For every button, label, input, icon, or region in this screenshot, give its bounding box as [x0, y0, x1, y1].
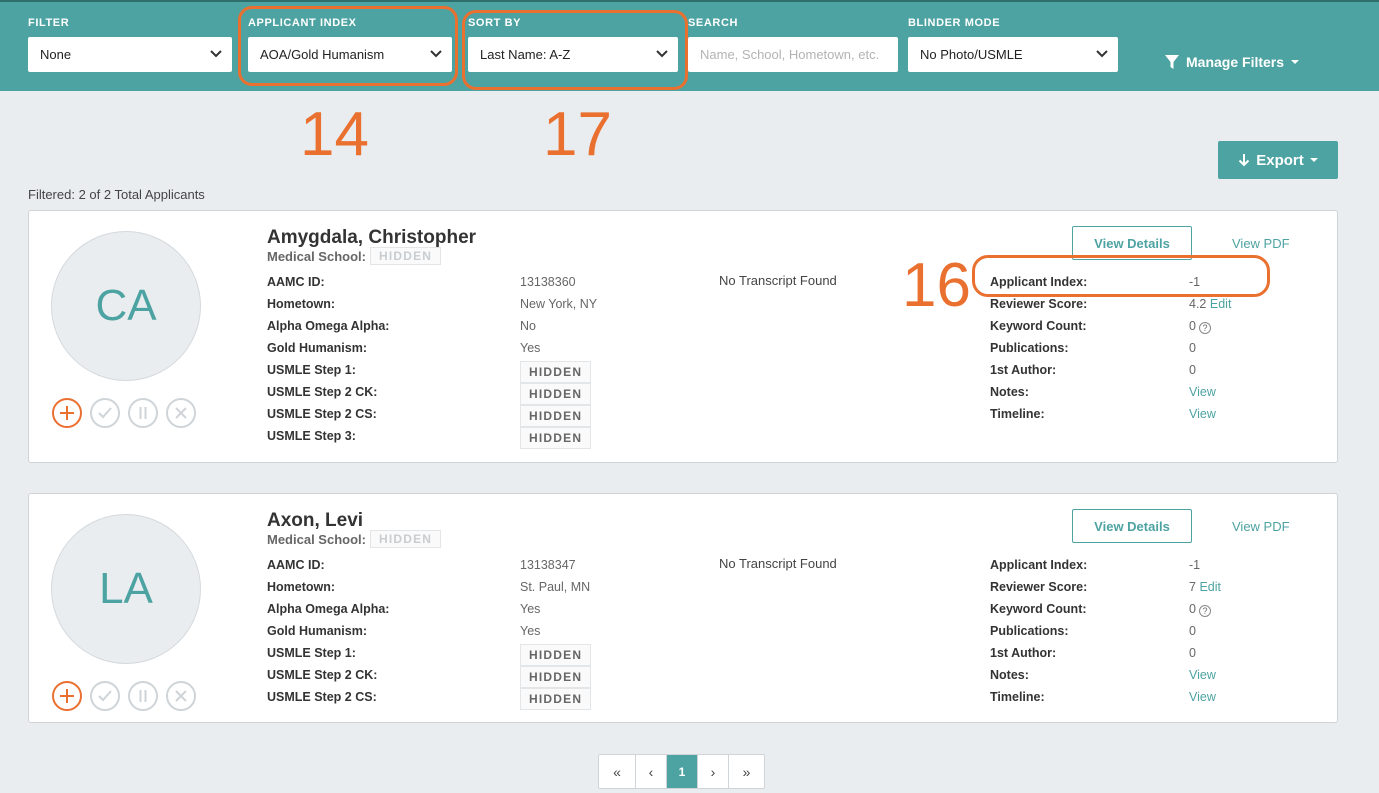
funnel-icon [1165, 55, 1179, 69]
medical-school-label: Medical School: [267, 531, 366, 547]
blinder-mode-label: BLINDER MODE [908, 17, 1001, 29]
first-author-label: 1st Author: [990, 646, 1057, 660]
edit-score-link[interactable]: Edit [1210, 297, 1232, 311]
manage-filters-button[interactable]: Manage Filters [1164, 54, 1300, 70]
search-input[interactable]: Name, School, Hometown, etc. [688, 37, 898, 72]
filter-value: None [40, 47, 72, 62]
publications-value: 0 [1189, 341, 1196, 355]
notes-label: Notes: [990, 385, 1029, 399]
applicant-count: Filtered: 2 of 2 Total Applicants [28, 187, 205, 202]
applicant-index-value: -1 [1189, 558, 1201, 572]
blinder-mode-select[interactable]: No Photo/USMLE [908, 37, 1118, 72]
keyword-count-label: Keyword Count: [990, 319, 1087, 333]
annotation-number-17: 17 [543, 100, 612, 169]
page-1-button[interactable]: 1 [667, 755, 698, 788]
reviewer-score-value: 4.2 [1189, 297, 1207, 311]
pagination: « ‹ 1 › » [598, 754, 765, 789]
blinder-mode-value: No Photo/USMLE [920, 47, 1023, 62]
notes-label: Notes: [990, 668, 1029, 682]
hidden-badge: HIDDEN [520, 427, 592, 449]
filter-label: FILTER [28, 17, 70, 29]
publications-label: Publications: [990, 341, 1069, 355]
filter-bar: FILTER None APPLICANT INDEX AOA/Gold Hum… [0, 0, 1379, 91]
timeline-label: Timeline: [990, 690, 1045, 704]
view-details-button[interactable]: View Details [1072, 509, 1192, 543]
next-page-button[interactable]: › [698, 755, 729, 788]
publications-value: 0 [1189, 624, 1196, 638]
timeline-label: Timeline: [990, 407, 1045, 421]
annotation-number-14: 14 [300, 100, 369, 169]
usmle-step3-label: USMLE Step 3: [267, 429, 356, 443]
annotation-box-sort-by [462, 10, 688, 90]
chevron-down-icon [210, 50, 222, 58]
keyword-count-label: Keyword Count: [990, 602, 1087, 616]
timeline-view-link[interactable]: View [1189, 688, 1216, 706]
applicant-name[interactable]: Amygdala, Christopher [267, 227, 476, 249]
search-label: SEARCH [688, 17, 739, 29]
help-icon[interactable]: ? [1198, 322, 1211, 334]
view-pdf-link[interactable]: View PDF [1232, 236, 1290, 251]
help-icon[interactable]: ? [1198, 605, 1211, 617]
applicant-index-label: Applicant Index: [990, 558, 1088, 572]
annotation-number-16: 16 [902, 251, 971, 320]
medical-school-label: Medical School: [267, 248, 366, 264]
keyword-count-value: 0 [1189, 602, 1196, 616]
hidden-badge: HIDDEN [369, 247, 442, 265]
reviewer-score-label: Reviewer Score: [990, 297, 1088, 311]
first-page-button[interactable]: « [599, 755, 636, 788]
export-button[interactable]: Export [1218, 141, 1338, 179]
chevron-down-icon [1096, 50, 1108, 58]
export-label: Export [1256, 151, 1304, 169]
manage-filters-label: Manage Filters [1186, 54, 1285, 70]
annotation-box-applicant-index [238, 6, 458, 86]
notes-view-link[interactable]: View [1189, 666, 1216, 684]
timeline-view-link[interactable]: View [1189, 405, 1216, 423]
arrow-down-icon [1239, 154, 1250, 167]
publications-label: Publications: [990, 624, 1069, 638]
view-pdf-link[interactable]: View PDF [1232, 519, 1290, 534]
hidden-badge: HIDDEN [369, 530, 442, 548]
first-author-value: 0 [1189, 363, 1196, 377]
reviewer-score-value: 7 [1189, 580, 1196, 594]
caret-down-icon [1309, 158, 1318, 162]
prev-page-button[interactable]: ‹ [636, 755, 667, 788]
applicant-name[interactable]: Axon, Levi [267, 510, 363, 532]
edit-score-link[interactable]: Edit [1199, 580, 1221, 594]
notes-view-link[interactable]: View [1189, 383, 1216, 401]
first-author-value: 0 [1189, 646, 1196, 660]
caret-down-icon [1291, 60, 1300, 64]
medical-school: Medical School: HIDDEN [267, 247, 442, 265]
reviewer-score-label: Reviewer Score: [990, 580, 1088, 594]
last-page-button[interactable]: » [729, 755, 764, 788]
filter-select[interactable]: None [28, 37, 232, 72]
first-author-label: 1st Author: [990, 363, 1057, 377]
medical-school: Medical School: HIDDEN [267, 530, 442, 548]
applicant-card: LA Axon, Levi Medical School: HIDDEN AAM… [28, 493, 1338, 723]
keyword-count-value: 0 [1189, 319, 1196, 333]
annotation-box-applicant-index-value [972, 255, 1270, 297]
applicant-card: CA Amygdala, Christopher Medical School:… [28, 210, 1338, 463]
